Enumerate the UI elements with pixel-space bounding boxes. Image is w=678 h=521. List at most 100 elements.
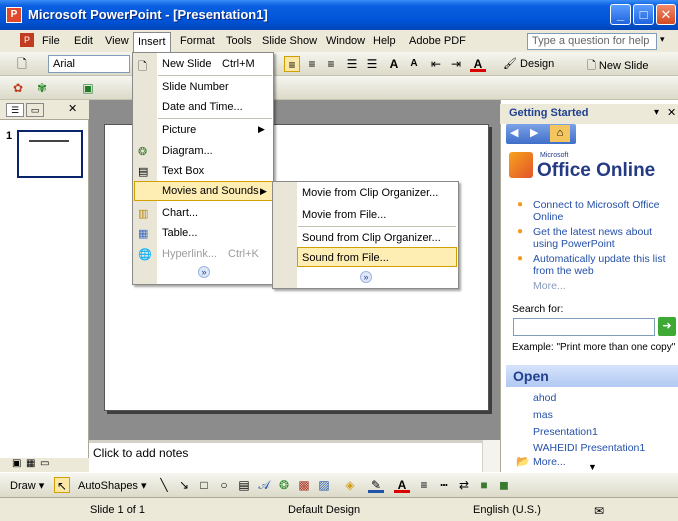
menu-file[interactable]: File <box>38 33 64 49</box>
3d-icon[interactable]: ◼ <box>496 477 512 493</box>
menu-format[interactable]: Format <box>176 33 219 49</box>
expand-submenu-icon[interactable]: » <box>360 271 372 283</box>
menu-diagram[interactable]: Diagram... <box>162 145 213 157</box>
align-right-icon[interactable]: ≡ <box>323 56 339 72</box>
menu-view[interactable]: View <box>101 33 133 49</box>
more-link[interactable]: More... <box>533 280 566 292</box>
wordart-icon[interactable]: 𝒜 <box>256 477 272 493</box>
slide-sorter-view-icon[interactable]: ▦ <box>26 458 35 469</box>
menu-insert[interactable]: Insert <box>133 32 171 52</box>
arrow-style-icon[interactable]: ⇄ <box>456 477 472 493</box>
menu-slide-show[interactable]: Slide Show <box>258 33 321 49</box>
open-more-link[interactable]: More... <box>533 456 566 468</box>
menu-slide-number[interactable]: Slide Number <box>162 81 229 93</box>
font-color-draw-icon[interactable]: A <box>394 477 410 493</box>
open-section-header: Open <box>506 365 678 387</box>
outline-tab[interactable]: ☰ <box>6 103 24 117</box>
help-question-input[interactable]: Type a question for help <box>527 33 657 50</box>
open-file-item[interactable]: ahod <box>533 392 556 404</box>
search-example: Example: "Print more than one copy" <box>512 342 676 353</box>
search-go-button[interactable]: ➜ <box>658 317 676 336</box>
maximize-button[interactable]: □ <box>633 4 654 25</box>
close-pane-icon[interactable]: ✕ <box>68 102 77 115</box>
font-name-select[interactable]: Arial <box>48 55 130 73</box>
menu-new-slide[interactable]: New Slide <box>162 58 212 70</box>
menu-movie-clip-organizer[interactable]: Movie from Clip Organizer... <box>302 187 438 199</box>
line-style-icon[interactable]: ≡ <box>416 477 432 493</box>
arrow-icon[interactable]: ↘ <box>176 477 192 493</box>
normal-view-icon[interactable]: ▣ <box>12 458 21 469</box>
menu-sound-clip-organizer[interactable]: Sound from Clip Organizer... <box>302 232 441 244</box>
notes-scrollbar[interactable] <box>482 440 500 472</box>
forward-icon[interactable]: ▶ <box>530 126 538 139</box>
home-icon[interactable]: ⌂ <box>550 125 570 142</box>
design-button[interactable]: 🖌 Design <box>503 57 554 70</box>
slides-tab[interactable]: ▭ <box>26 103 44 117</box>
menu-help[interactable]: Help <box>369 33 400 49</box>
line-color-icon[interactable]: ✎ <box>368 477 384 493</box>
oval-icon[interactable]: ○ <box>216 477 232 493</box>
autoshapes-menu-button[interactable]: AutoShapes ▾ <box>78 479 147 492</box>
picture-icon[interactable]: ▨ <box>316 477 332 493</box>
expand-menu-icon[interactable]: » <box>198 266 210 278</box>
help-dropdown-icon[interactable]: ▾ <box>660 34 665 45</box>
clip-art-icon[interactable]: ✿ <box>10 80 26 96</box>
search-input[interactable] <box>513 318 655 336</box>
diagram-icon[interactable]: ❂ <box>276 477 292 493</box>
align-center-icon[interactable]: ≡ <box>304 56 320 72</box>
menu-sound-from-file[interactable]: Sound from File... <box>302 252 389 264</box>
increase-indent-icon[interactable]: ⇥ <box>448 56 464 72</box>
powerpoint-app-icon[interactable]: P <box>6 7 22 23</box>
rectangle-icon[interactable]: □ <box>196 477 212 493</box>
task-pane-close-icon[interactable]: ✕ <box>667 106 676 119</box>
link-auto-update[interactable]: Automatically update this list from the … <box>533 253 675 277</box>
close-button[interactable]: ✕ <box>656 4 676 25</box>
slide-thumbnail[interactable] <box>17 130 83 178</box>
menu-window[interactable]: Window <box>322 33 369 49</box>
increase-font-icon[interactable]: A <box>386 56 402 72</box>
menu-table[interactable]: Table... <box>162 227 197 239</box>
menu-movies-sounds[interactable]: Movies and Sounds <box>162 185 259 197</box>
standard-toolbar: ✿ ✾ ▣ <box>0 76 678 100</box>
spelling-icon: ✉ <box>594 504 605 518</box>
back-icon[interactable]: ◀ <box>510 126 518 139</box>
minimize-button[interactable]: _ <box>610 4 631 25</box>
new-document-icon[interactable]: 🗋 <box>14 56 30 72</box>
insert-picture-icon[interactable]: ✾ <box>34 80 50 96</box>
decrease-indent-icon[interactable]: ⇤ <box>428 56 444 72</box>
scroll-down-icon[interactable]: ▼ <box>588 462 597 472</box>
open-file-item[interactable]: mas <box>533 409 553 421</box>
textbox-icon[interactable]: ▤ <box>236 477 252 493</box>
menu-date-time[interactable]: Date and Time... <box>162 101 243 113</box>
bullet-icon: ● <box>517 253 524 264</box>
dash-style-icon[interactable]: ┅ <box>436 477 452 493</box>
menu-edit[interactable]: Edit <box>70 33 97 49</box>
document-menu-icon[interactable]: P <box>20 33 34 47</box>
menu-chart[interactable]: Chart... <box>162 207 198 219</box>
open-file-item[interactable]: Presentation1 <box>533 426 598 438</box>
clipart-icon[interactable]: ▩ <box>296 477 312 493</box>
menu-movie-from-file[interactable]: Movie from File... <box>302 209 386 221</box>
draw-menu-button[interactable]: Draw ▾ <box>10 479 44 492</box>
open-file-item[interactable]: WAHEIDI Presentation1 <box>533 442 645 454</box>
bullets-icon[interactable]: ☰ <box>364 56 380 72</box>
decrease-font-icon[interactable]: A <box>406 56 422 72</box>
menu-picture[interactable]: Picture <box>162 124 196 136</box>
font-color-icon[interactable]: A <box>470 56 486 72</box>
align-left-icon[interactable]: ≡ <box>284 56 300 72</box>
link-connect-office-online[interactable]: Connect to Microsoft Office Online <box>533 199 675 223</box>
menu-adobe-pdf[interactable]: Adobe PDF <box>405 33 470 49</box>
select-objects-icon[interactable]: ↖ <box>54 477 70 493</box>
menu-tools[interactable]: Tools <box>222 33 256 49</box>
new-slide-menu-icon: 🗋 <box>138 61 147 73</box>
insert-chart-icon[interactable]: ▣ <box>80 80 96 96</box>
shadow-icon[interactable]: ■ <box>476 477 492 493</box>
numbering-icon[interactable]: ☰ <box>344 56 360 72</box>
new-slide-button[interactable]: 🗋 New Slide <box>587 57 648 76</box>
slide-show-view-icon[interactable]: ▭ <box>40 458 49 469</box>
menu-text-box[interactable]: Text Box <box>162 165 204 177</box>
task-pane-dropdown-icon[interactable]: ▾ <box>654 107 659 118</box>
fill-color-icon[interactable]: ◈ <box>342 477 358 493</box>
link-latest-news[interactable]: Get the latest news about using PowerPoi… <box>533 226 675 250</box>
line-icon[interactable]: ╲ <box>156 477 172 493</box>
